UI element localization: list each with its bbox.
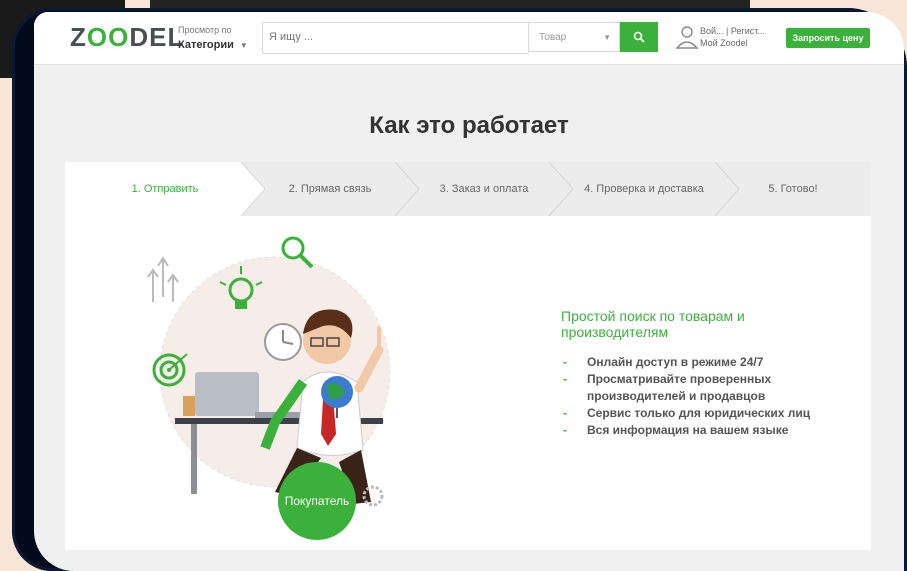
clock-icon [264,323,302,361]
photo-frame: ZOODEL Просмотр по Категории ▼ Товар ▼ [0,0,907,571]
logo-text-start: Z [70,22,87,52]
buyer-illustration [147,236,391,507]
feature-item: Онлайн доступ в режиме 24/7 [561,354,821,371]
chevron-down-icon: ▼ [603,33,611,42]
step-content-panel: Простой поиск по товарам и производителя… [65,216,871,550]
feature-item: Вся информация на вашем языке [561,422,821,439]
my-zoodel-link[interactable]: Мой Zoodel [700,37,765,49]
feature-list: Онлайн доступ в режиме 24/7 Просматривай… [561,354,821,439]
category-value: Товар [539,32,567,43]
request-quote-button[interactable]: Запросить цену [786,28,870,48]
account-links[interactable]: Вой... | Регист... Мой Zoodel [700,25,765,49]
feature-lead: Простой поиск по товарам и производителя… [561,308,745,340]
step-5-label: 5. Готово! [768,183,818,195]
site-header: ZOODEL Просмотр по Категории ▼ Товар ▼ [34,12,904,65]
login-register-link[interactable]: Вой... | Регист... [700,25,765,37]
step-3-tab[interactable]: 3. Заказ и оплата [395,162,573,216]
browse-label: Просмотр по [178,25,232,35]
logo-text-end: DEL [129,22,185,52]
logo-text-oo: OO [86,22,130,52]
step-4-tab[interactable]: 4. Проверка и доставка [549,162,739,216]
feature-item: Просматривайте проверенных производителе… [561,371,821,405]
steps-bar: 1. Отправить 2. Прямая связь 3. Заказ и … [65,162,871,216]
step-1-tab[interactable]: 1. Отправить [65,162,265,216]
section-title: Как это работает [369,112,569,139]
search-box [262,22,529,54]
search-button[interactable] [620,22,658,52]
step-2-label: 2. Прямая связь [288,183,372,195]
search-input[interactable] [263,23,525,51]
arrows-up-icon [147,256,179,302]
buyer-badge: Покупатель [278,462,356,540]
step-5-tab[interactable]: 5. Готово! [715,162,871,216]
chevron-down-icon: ▼ [239,41,248,50]
search-icon [633,31,645,43]
step-3-label: 3. Заказ и оплата [439,183,529,195]
browser-page: ZOODEL Просмотр по Категории ▼ Товар ▼ [34,12,904,571]
step-2-tab[interactable]: 2. Прямая связь [241,162,419,216]
browse-categories[interactable]: Просмотр по Категории ▼ [178,24,248,52]
feature-item: Сервис только для юридических лиц [561,405,821,422]
site-logo[interactable]: ZOODEL [70,22,184,53]
user-icon[interactable] [674,24,700,50]
browse-value: Категории [178,39,234,51]
feature-info: Простой поиск по товарам и производителя… [561,308,821,439]
category-select[interactable]: Товар ▼ [528,22,620,52]
step-4-label: 4. Проверка и доставка [584,183,704,195]
step-1-label: 1. Отправить [131,183,199,195]
